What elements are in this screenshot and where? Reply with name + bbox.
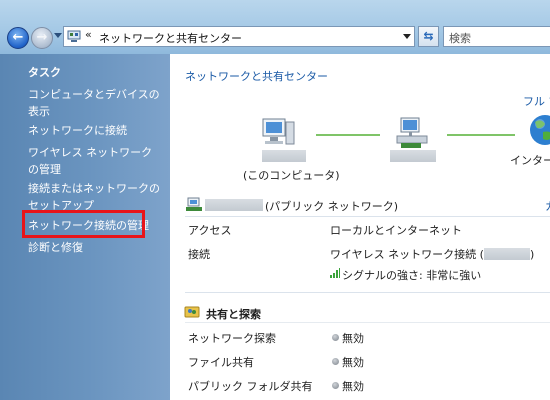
network-name-row: (パブリック ネットワーク) カ	[185, 197, 550, 215]
sidebar-item-view-computers[interactable]: コンピュータとデバイスの表示	[28, 86, 163, 120]
public-folder-sharing-status: 無効	[342, 380, 364, 393]
customize-link[interactable]: カ	[545, 198, 550, 214]
main-content: ネットワークと共有センター フル マ (このコンピュータ) インター (パブリッ…	[170, 54, 550, 400]
forward-arrow-icon: →	[36, 30, 48, 45]
sharing-section-title: 共有と探索	[206, 308, 261, 321]
status-off-icon	[332, 334, 339, 341]
internet-link-line	[447, 134, 515, 136]
page-title: ネットワークと共有センター	[185, 70, 328, 83]
file-sharing-label: ファイル共有	[188, 356, 254, 369]
back-button[interactable]: ←	[7, 27, 29, 49]
refresh-icon: ⇆	[423, 29, 434, 43]
connection-value-close: )	[529, 248, 535, 261]
address-bar[interactable]: « ネットワークと共有センター	[63, 26, 415, 47]
navigation-bar: ← → « ネットワークと共有センター ⇆ 検索	[0, 0, 550, 54]
recent-pages-dropdown-icon[interactable]	[54, 33, 62, 38]
access-value: ローカルとインターネット	[330, 224, 462, 237]
connection-value-text[interactable]: ワイヤレス ネットワーク接続 (	[330, 248, 484, 261]
refresh-button[interactable]: ⇆	[418, 26, 439, 47]
public-folder-sharing-label: パブリック フォルダ共有	[188, 380, 313, 393]
internet-globe-icon	[530, 115, 550, 145]
status-off-icon	[332, 358, 339, 365]
network-name-redacted	[390, 150, 436, 162]
signal-strength-icon	[330, 268, 340, 278]
signal-strength-text: シグナルの強さ: 非常に強い	[342, 269, 482, 282]
highlight-box	[22, 210, 145, 238]
back-arrow-icon: ←	[12, 30, 24, 45]
forward-button[interactable]: →	[31, 27, 53, 49]
connection-name-redacted	[483, 248, 530, 260]
network-name-redacted	[205, 199, 263, 211]
full-map-link[interactable]: フル マ	[523, 93, 550, 109]
network-link-line	[316, 134, 380, 136]
task-pane-title: タスク	[28, 66, 61, 79]
file-sharing-status: 無効	[342, 356, 364, 369]
search-placeholder: 検索	[449, 32, 471, 45]
connection-value: ワイヤレス ネットワーク接続 ()	[330, 246, 534, 262]
computer-name-redacted	[262, 150, 306, 162]
address-chevron[interactable]: «	[85, 28, 92, 41]
network-discovery-label: ネットワーク探索	[188, 332, 276, 345]
status-off-icon	[332, 382, 339, 389]
sidebar-item-connect-network[interactable]: ネットワークに接続	[28, 122, 163, 139]
network-folder-icon	[67, 30, 81, 42]
network-icon	[396, 117, 428, 148]
network-type-icon	[186, 197, 202, 211]
network-discovery-status: 無効	[342, 332, 364, 345]
address-dropdown-icon[interactable]	[403, 34, 411, 39]
divider	[185, 216, 550, 217]
connection-label: 接続	[188, 248, 210, 261]
search-box[interactable]: 検索	[443, 26, 550, 47]
divider	[185, 292, 550, 293]
computer-icon	[262, 118, 295, 145]
sidebar-item-diagnose-repair[interactable]: 診断と修復	[28, 239, 163, 256]
internet-label: インター	[510, 154, 550, 167]
this-computer-label: (このコンピュータ)	[243, 169, 340, 182]
address-path[interactable]: ネットワークと共有センター	[99, 30, 242, 46]
divider	[185, 322, 550, 323]
sharing-icon	[184, 306, 200, 318]
sidebar-item-setup-connection[interactable]: 接続またはネットワークのセットアップ	[28, 180, 163, 214]
sidebar-item-manage-wireless[interactable]: ワイヤレス ネットワークの管理	[28, 144, 163, 178]
access-label: アクセス	[188, 224, 232, 237]
network-category: (パブリック ネットワーク)	[265, 200, 399, 213]
